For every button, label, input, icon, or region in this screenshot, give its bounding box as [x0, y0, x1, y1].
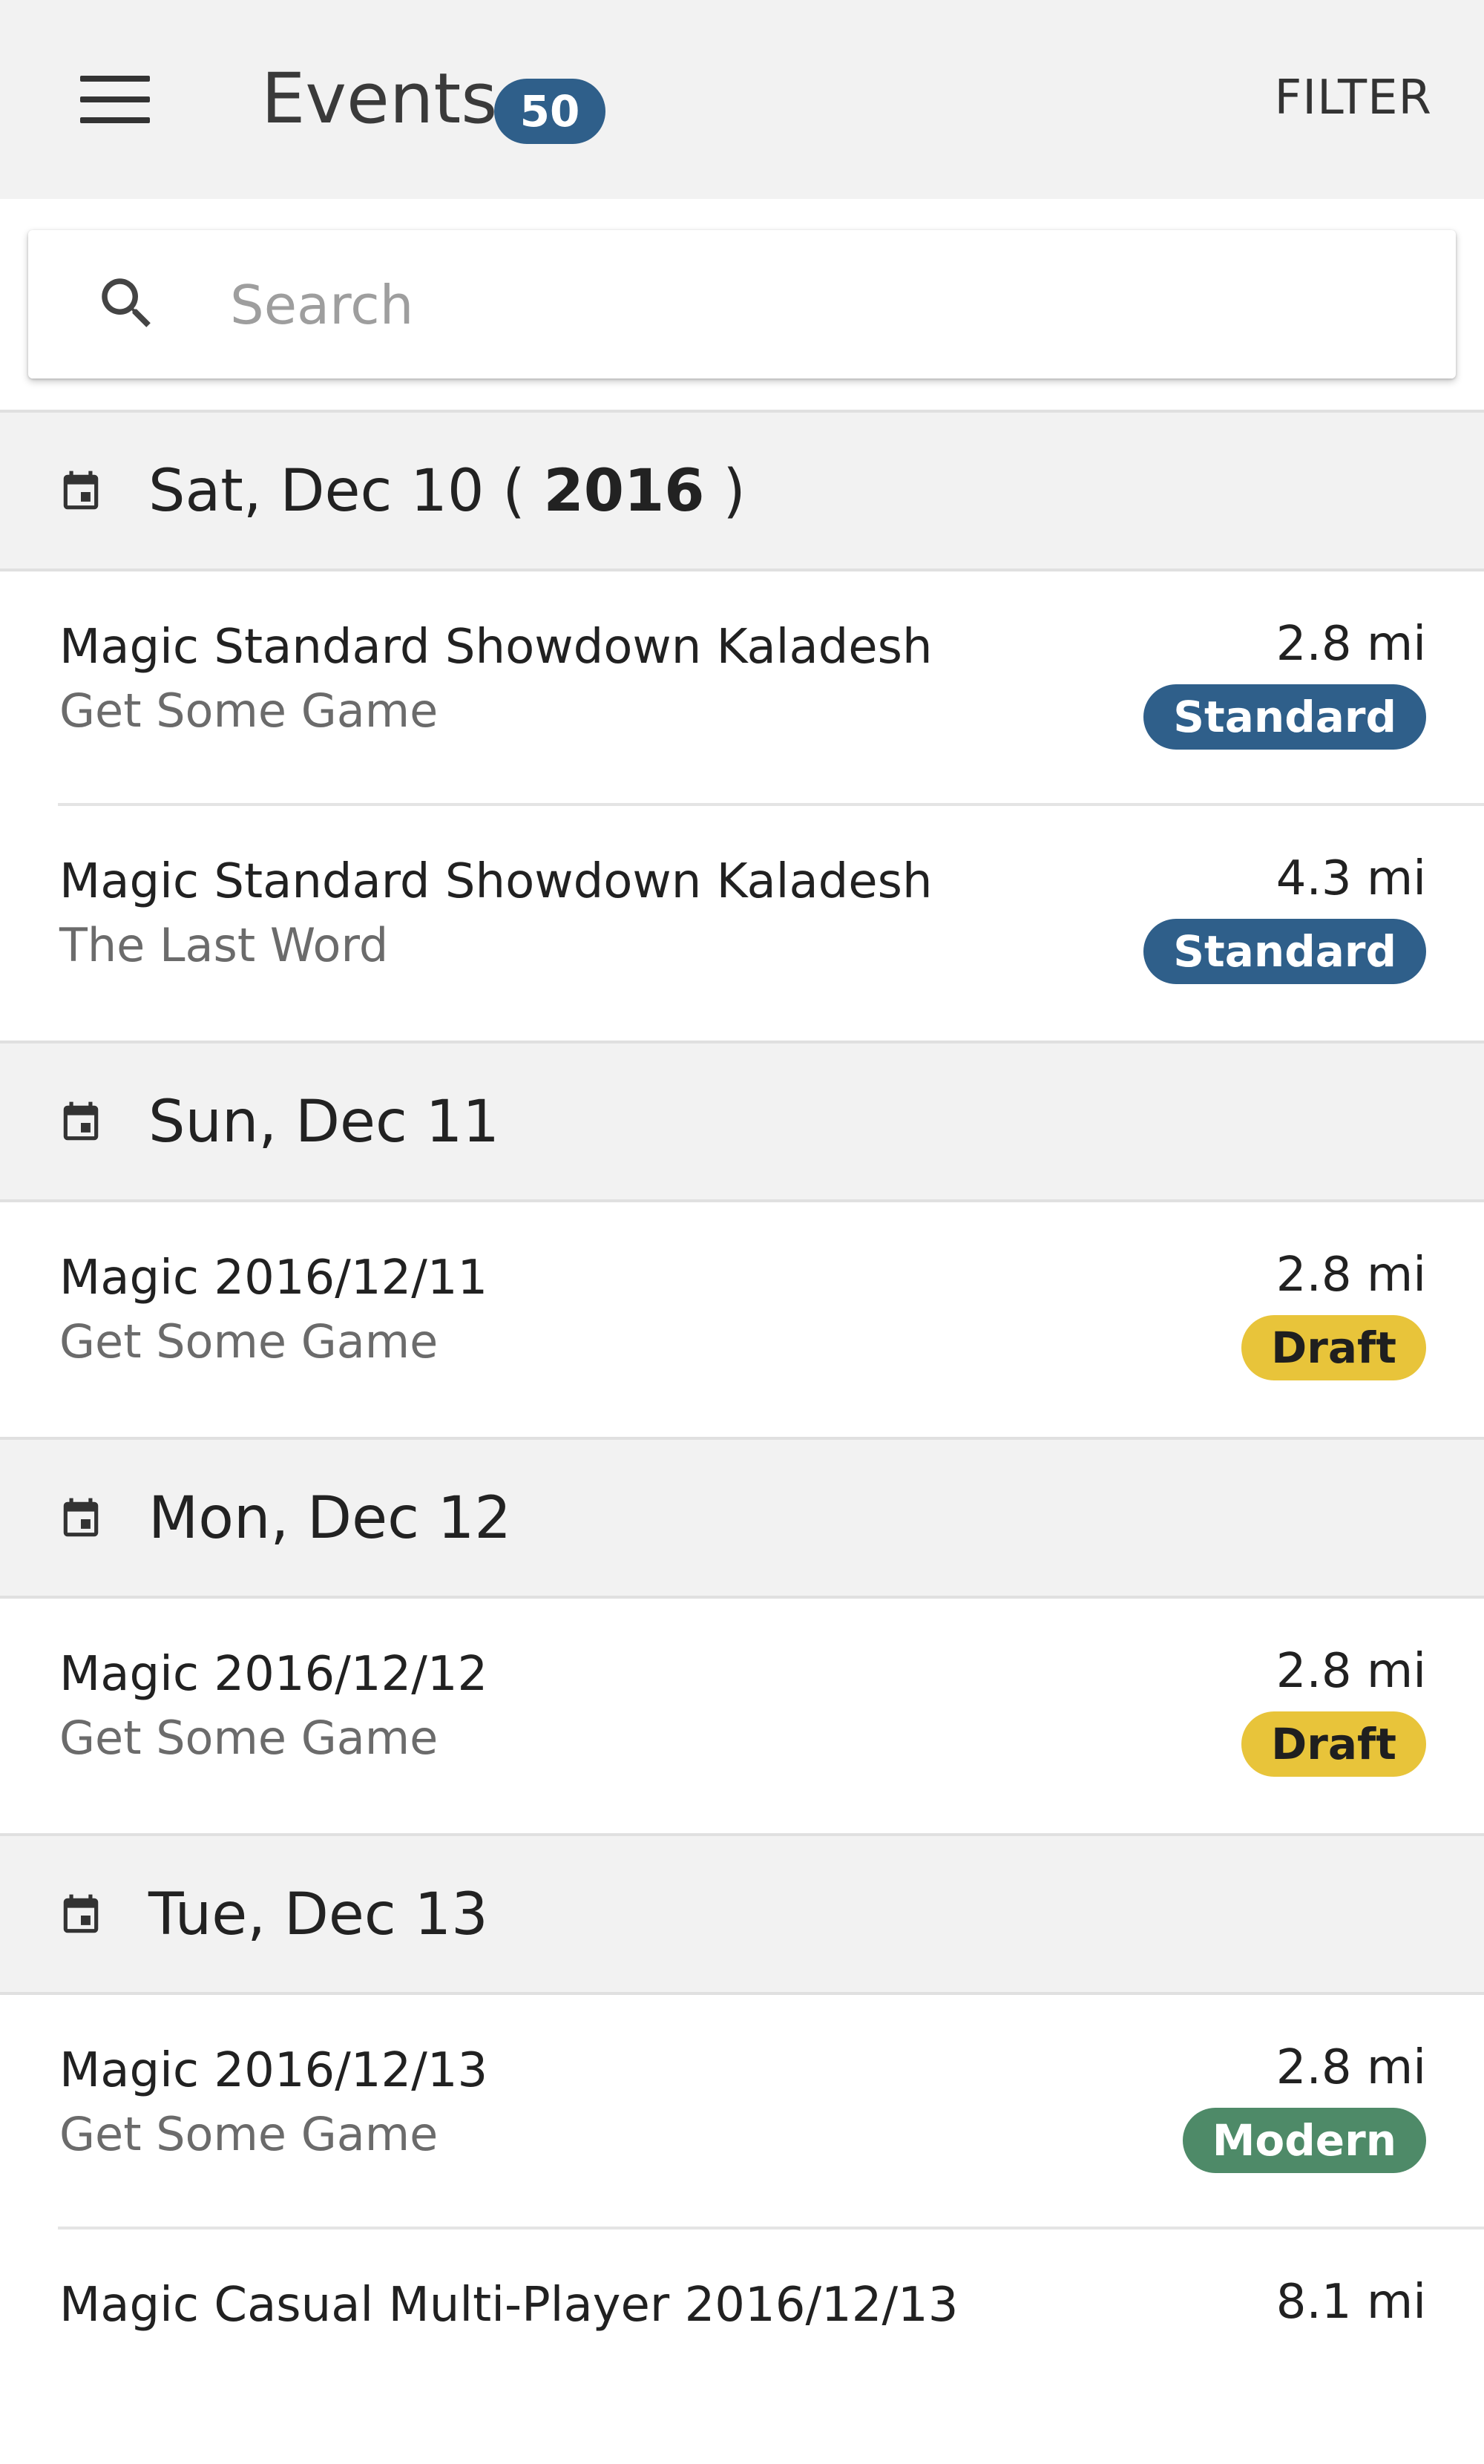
date-year: 2016	[543, 458, 705, 525]
date-label: Tue, Dec 13	[148, 1879, 488, 1950]
event-row[interactable]: Magic Casual Multi-Player 2016/12/13 8.1 …	[0, 2229, 1484, 2464]
date-text: Sun, Dec 11	[148, 1089, 499, 1156]
event-title: Magic 2016/12/11	[59, 1251, 488, 1305]
date-header: Mon, Dec 12	[0, 1437, 1484, 1599]
event-count-badge: 50	[494, 79, 605, 144]
filter-button[interactable]: FILTER	[1274, 70, 1432, 126]
date-text: Tue, Dec 13	[148, 1881, 488, 1948]
format-badge: Modern	[1182, 2108, 1426, 2173]
search-bar	[28, 230, 1456, 379]
format-badge: Standard	[1143, 919, 1426, 984]
format-badge: Standard	[1143, 684, 1426, 750]
event-row[interactable]: Magic 2016/12/11 Get Some Game 2.8 mi Draft	[0, 1202, 1484, 1437]
event-title: Magic Standard Showdown Kaladesh	[59, 854, 933, 909]
date-suffix: )	[723, 458, 746, 525]
event-title: Magic Standard Showdown Kaladesh	[59, 620, 933, 675]
event-distance: 2.8 mi	[1275, 617, 1426, 672]
date-header: Sat, Dec 10 ( 2016 )	[0, 410, 1484, 571]
event-title: Magic 2016/12/12	[59, 1647, 488, 1702]
event-row[interactable]: Magic 2016/12/12 Get Some Game 2.8 mi Draft	[0, 1599, 1484, 1833]
event-store: Get Some Game	[59, 2107, 439, 2161]
event-row[interactable]: Magic Standard Showdown Kaladesh Get Some…	[0, 571, 1484, 806]
search-icon	[102, 278, 151, 327]
event-store: Get Some Game	[59, 684, 439, 738]
app-bar: Events 50 FILTER	[0, 0, 1484, 199]
event-distance: 4.3 mi	[1275, 851, 1426, 906]
event-store: Get Some Game	[59, 1314, 439, 1369]
date-label: Mon, Dec 12	[148, 1483, 511, 1554]
event-title: Magic 2016/12/13	[59, 2043, 488, 2098]
event-row[interactable]: Magic 2016/12/13 Get Some Game 2.8 mi Moder…	[0, 1995, 1484, 2229]
event-distance: 2.8 mi	[1275, 1248, 1426, 1303]
menu-icon[interactable]	[80, 76, 150, 123]
date-text: Mon, Dec 12	[148, 1485, 512, 1552]
date-label: Sat, Dec 10 ( 2016 )	[148, 456, 746, 527]
event-distance: 2.8 mi	[1275, 2040, 1426, 2095]
event-store: Get Some Game	[59, 1711, 439, 1765]
calendar-icon	[63, 471, 99, 510]
event-distance: 8.1 mi	[1275, 2275, 1426, 2330]
search-input[interactable]	[229, 258, 1419, 352]
event-title: Magic Casual Multi-Player 2016/12/13	[59, 2278, 959, 2333]
format-badge: Draft	[1241, 1711, 1426, 1777]
event-distance: 2.8 mi	[1275, 1644, 1426, 1699]
date-header: Tue, Dec 13	[0, 1833, 1484, 1995]
format-badge: Draft	[1241, 1315, 1426, 1380]
event-list: Sat, Dec 10 ( 2016 ) Magic Standard Showd…	[0, 410, 1484, 2464]
event-store: The Last Word	[59, 918, 389, 972]
calendar-icon	[63, 1498, 99, 1537]
event-row[interactable]: Magic Standard Showdown Kaladesh The Last…	[0, 806, 1484, 1041]
date-header: Sun, Dec 11	[0, 1041, 1484, 1202]
calendar-icon	[63, 1894, 99, 1933]
calendar-icon	[63, 1101, 99, 1141]
date-text: Sat, Dec 10 (	[148, 458, 525, 525]
page-title: Events	[261, 59, 498, 140]
date-label: Sun, Dec 11	[148, 1087, 499, 1158]
